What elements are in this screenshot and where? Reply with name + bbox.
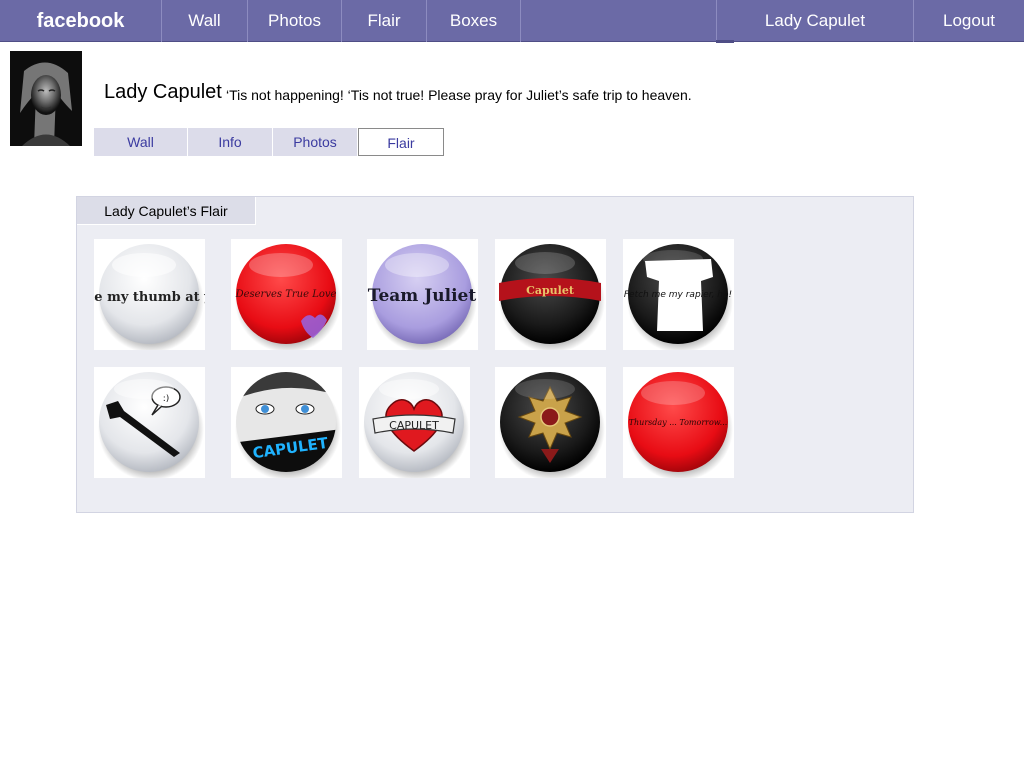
- profile-avatar[interactable]: [10, 51, 82, 146]
- nav-divider: [716, 40, 734, 43]
- flair-badge-dagger-smile[interactable]: :): [94, 367, 205, 478]
- top-navigation-bar: facebook Wall Photos Flair Boxes Lady Ca…: [0, 0, 1024, 43]
- nav-wall[interactable]: Wall: [162, 0, 248, 42]
- tab-flair[interactable]: Flair: [358, 128, 444, 156]
- nav-user-profile[interactable]: Lady Capulet: [716, 0, 914, 42]
- flair-badge-capulet-banner[interactable]: Capulet: [495, 239, 606, 350]
- badge-text: Fetch me my rapier, ho!: [624, 290, 732, 300]
- flair-badge-true-love[interactable]: Deserves True Love: [231, 239, 342, 350]
- profile-status: ‘Tis not happening! ‘Tis not true! Pleas…: [226, 87, 692, 103]
- badge-text: Team Juliet: [368, 286, 477, 306]
- flair-badge-capulet-eyes[interactable]: CAPULET: [231, 367, 342, 478]
- badge-text: Capulet: [526, 284, 575, 297]
- tab-info[interactable]: Info: [188, 128, 273, 156]
- nav-logout[interactable]: Logout: [914, 0, 1024, 42]
- badge-text: Thursday ... Tomorrow...: [629, 418, 728, 427]
- flair-panel-title: Lady Capulet’s Flair: [77, 197, 256, 225]
- badge-text: I bite my thumb at you.: [94, 290, 205, 305]
- flair-badge-team-juliet[interactable]: Team Juliet: [367, 239, 478, 350]
- nav-photos[interactable]: Photos: [248, 0, 342, 42]
- flair-badge-crest[interactable]: [495, 367, 606, 478]
- badge-text: CAPULET: [389, 419, 439, 432]
- flair-badge-capulet-heart[interactable]: CAPULET: [359, 367, 470, 478]
- profile-name[interactable]: Lady Capulet: [104, 81, 222, 104]
- flair-badge-fetch-rapier[interactable]: Fetch me my rapier, ho!: [623, 239, 734, 350]
- tab-photos[interactable]: Photos: [273, 128, 358, 156]
- flair-badge-bite-thumb[interactable]: I bite my thumb at you.: [94, 239, 205, 350]
- tab-wall[interactable]: Wall: [94, 128, 188, 156]
- flair-badge-thursday[interactable]: Thursday ... Tomorrow...: [623, 367, 734, 478]
- facebook-logo[interactable]: facebook: [0, 0, 162, 42]
- nav-boxes[interactable]: Boxes: [427, 0, 521, 42]
- badge-text: Deserves True Love: [235, 289, 337, 300]
- nav-flair[interactable]: Flair: [342, 0, 427, 42]
